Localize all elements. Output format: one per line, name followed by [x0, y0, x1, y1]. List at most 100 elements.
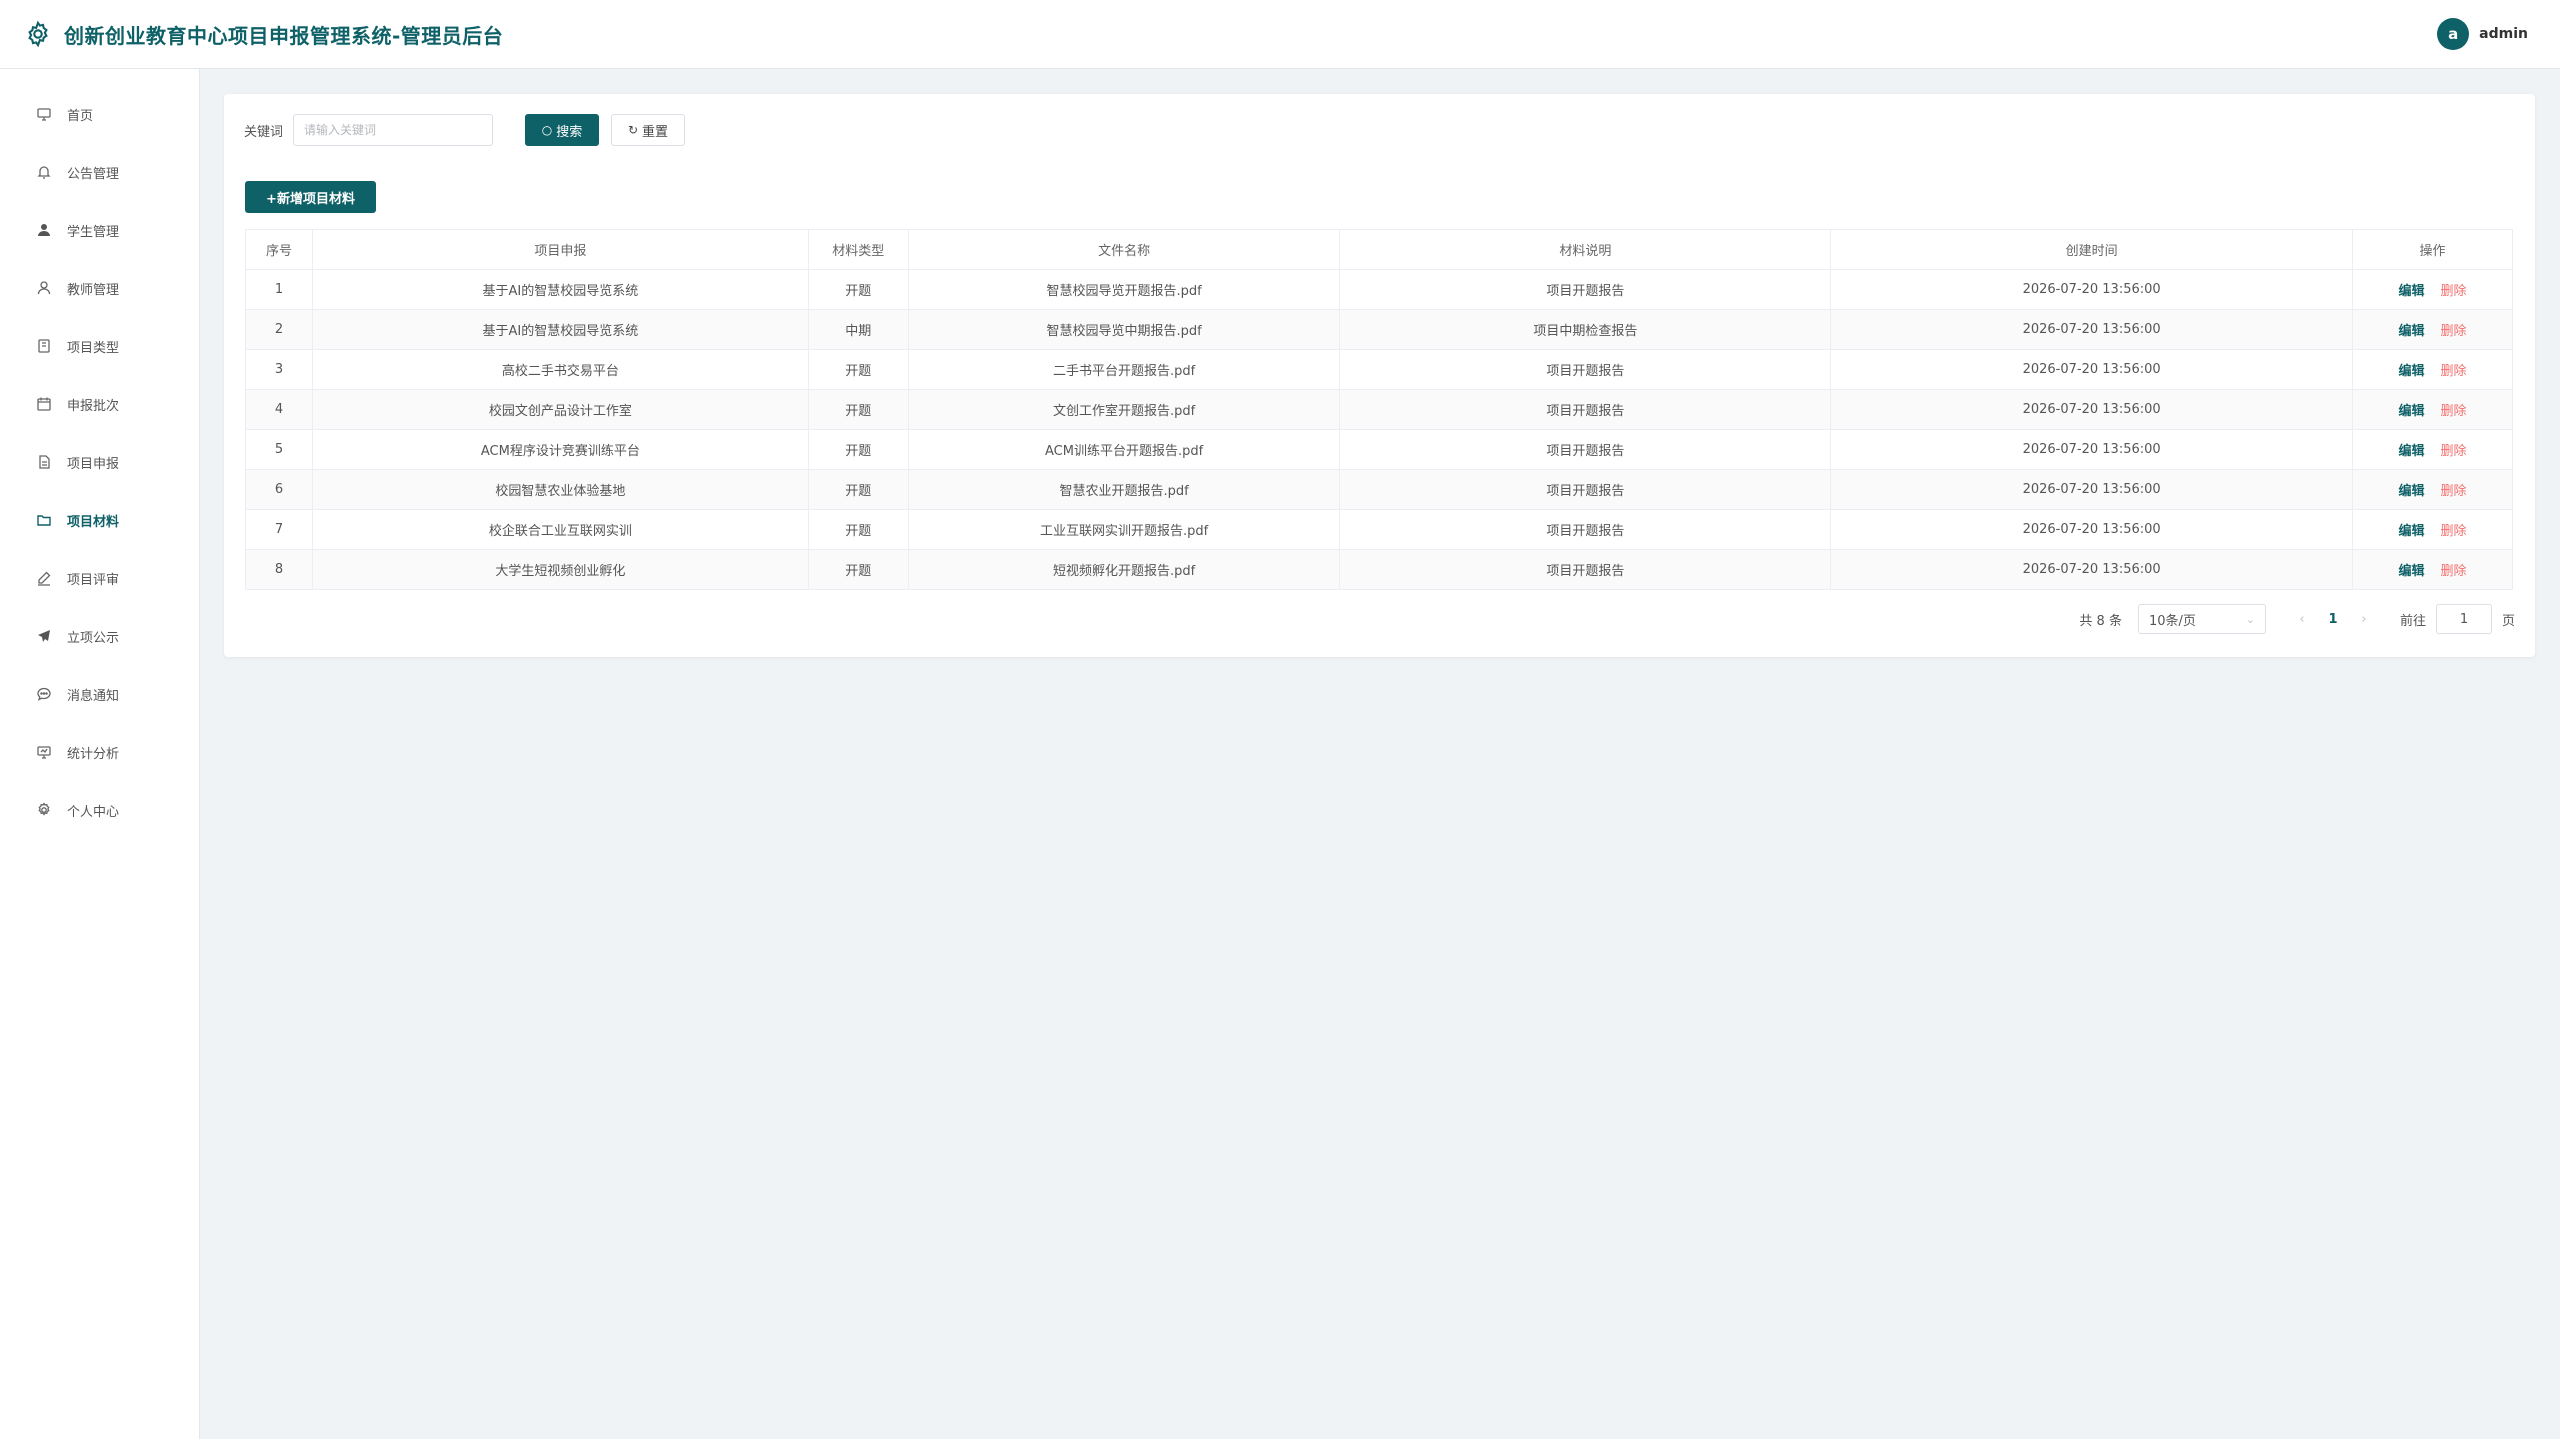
sidebar-item-label: 个人中心 — [67, 804, 120, 820]
user-name[interactable]: admin — [2479, 26, 2528, 42]
search-button[interactable]: ○ 搜索 — [525, 114, 600, 146]
table-cell: 中期 — [807, 309, 909, 350]
goto-label: 前往 — [2399, 613, 2426, 629]
prev-page-icon[interactable]: ‹ — [2290, 612, 2314, 627]
pager-total: 共 8 条 — [2079, 613, 2122, 629]
sidebar: 首页公告管理学生管理教师管理项目类型申报批次项目申报 项目材料 项目评审 立项公示 消息… — [0, 69, 200, 1439]
table-row: 4 校园文创产品设计工作室 开题 文创工作室开题报告.pdf 项目开题报告 2026-07… — [245, 389, 2513, 430]
monitor-icon — [35, 743, 53, 761]
column-header: 项目申报 — [311, 229, 809, 270]
delete-button[interactable]: 删除 — [2441, 404, 2467, 419]
delete-button[interactable]: 删除 — [2441, 364, 2467, 379]
delete-button[interactable]: 删除 — [2441, 524, 2467, 539]
sidebar-item[interactable]: 项目类型 — [0, 317, 199, 375]
column-header: 材料类型 — [807, 229, 909, 270]
user-menu[interactable]: a admin — [2437, 18, 2528, 50]
goto-page-input[interactable] — [2435, 604, 2492, 634]
table-row: 7 校企联合工业互联网实训 开题 工业互联网实训开题报告.pdf 项目开题报告 2026-… — [245, 509, 2513, 550]
sidebar-item-label: 申报批次 — [67, 398, 120, 414]
avatar[interactable]: a — [2437, 18, 2470, 50]
table-cell: 开题 — [807, 549, 909, 590]
delete-button[interactable]: 删除 — [2441, 564, 2467, 579]
add-material-label: +新增项目材料 — [266, 191, 355, 207]
edit-pen-icon — [35, 569, 53, 587]
next-page-icon[interactable]: › — [2352, 612, 2376, 627]
edit-button[interactable]: 编辑 — [2398, 564, 2424, 579]
add-material-button[interactable]: +新增项目材料 — [245, 181, 376, 213]
reset-button[interactable]: ↻ 重置 — [611, 114, 686, 146]
delete-button[interactable]: 删除 — [2441, 444, 2467, 459]
table-cell: 8 — [245, 549, 313, 590]
edit-button[interactable]: 编辑 — [2398, 364, 2424, 379]
table-cell: 5 — [245, 429, 313, 470]
sidebar-item[interactable]: 项目申报 — [0, 433, 199, 491]
goto-unit: 页 — [2501, 613, 2515, 629]
sidebar-item-label: 教师管理 — [67, 282, 120, 298]
column-header: 文件名称 — [907, 229, 1341, 270]
chevron-down-icon: ⌄ — [2245, 612, 2255, 626]
table-row: 2 基于AI的智慧校园导览系统 中期 智慧校园导览中期报告.pdf 项目中期检查报告 20… — [245, 309, 2513, 350]
edit-button[interactable]: 编辑 — [2398, 404, 2424, 419]
folder-icon — [35, 511, 53, 529]
sidebar-item[interactable]: 项目评审 — [0, 549, 199, 607]
send-icon — [35, 627, 53, 645]
table-row: 8 大学生短视频创业孵化 开题 短视频孵化开题报告.pdf 项目开题报告 2026-07-… — [245, 549, 2513, 590]
table-cell: ACM程序设计竞赛训练平台 — [311, 429, 809, 470]
table-cell: 工业互联网实训开题报告.pdf — [907, 509, 1341, 550]
sidebar-item-label: 项目类型 — [67, 340, 120, 356]
materials-table: 序号 项目申报 材料类型 文件名称 材料说明 创建时间 操作 1 基于AI的智慧校园导览系统开… — [245, 229, 2513, 590]
table-cell: 项目开题报告 — [1339, 389, 1832, 430]
gear-icon — [28, 20, 48, 48]
edit-button[interactable]: 编辑 — [2398, 284, 2424, 299]
column-header: 创建时间 — [1830, 229, 2354, 270]
sidebar-item[interactable]: 立项公示 — [0, 607, 199, 665]
table-cell: 项目开题报告 — [1339, 429, 1832, 470]
sidebar-item[interactable]: 教师管理 — [0, 259, 199, 317]
sidebar-item[interactable]: 公告管理 — [0, 143, 199, 201]
sidebar-item[interactable]: 学生管理 — [0, 201, 199, 259]
table-cell: 二手书平台开题报告.pdf — [907, 349, 1341, 390]
table-cell: 2026-07-20 13:56:00 — [1830, 549, 2354, 590]
sidebar-item[interactable]: 项目材料 — [0, 491, 199, 549]
setting-icon — [35, 801, 53, 819]
row-actions: 编辑 删除 — [2352, 509, 2513, 550]
reset-button-label: 重置 — [642, 124, 669, 140]
delete-button[interactable]: 删除 — [2441, 324, 2467, 339]
notebook-icon — [35, 337, 53, 355]
bell-icon — [35, 163, 53, 181]
table-cell: 高校二手书交易平台 — [311, 349, 809, 390]
table-cell: 项目开题报告 — [1339, 349, 1832, 390]
table-cell: 2026-07-20 13:56:00 — [1830, 389, 2354, 430]
table-row: 1 基于AI的智慧校园导览系统 开题 智慧校园导览开题报告.pdf 项目开题报告 2026… — [245, 269, 2513, 310]
sidebar-item[interactable]: 首页 — [0, 85, 199, 143]
edit-button[interactable]: 编辑 — [2398, 524, 2424, 539]
chat-icon — [35, 685, 53, 703]
table-row: 6 校园智慧农业体验基地 开题 智慧农业开题报告.pdf 项目开题报告 2026-07-2… — [245, 469, 2513, 510]
delete-button[interactable]: 删除 — [2441, 284, 2467, 299]
table-cell: 项目开题报告 — [1339, 469, 1832, 510]
table-cell: 文创工作室开题报告.pdf — [907, 389, 1341, 430]
table-cell: 项目开题报告 — [1339, 269, 1832, 310]
edit-button[interactable]: 编辑 — [2398, 444, 2424, 459]
edit-button[interactable]: 编辑 — [2398, 324, 2424, 339]
table-row: 5 ACM程序设计竞赛训练平台 开题 ACM训练平台开题报告.pdf 项目开题报告 202… — [245, 429, 2513, 470]
sidebar-item[interactable]: 消息通知 — [0, 665, 199, 723]
table-cell: 校园文创产品设计工作室 — [311, 389, 809, 430]
sidebar-item[interactable]: 个人中心 — [0, 781, 199, 839]
table-cell: 智慧校园导览开题报告.pdf — [907, 269, 1341, 310]
edit-button[interactable]: 编辑 — [2398, 484, 2424, 499]
table-cell: 1 — [245, 269, 313, 310]
sidebar-item-label: 公告管理 — [67, 166, 120, 182]
pagination: 共 8 条 10条/页 ⌄ ‹ 1 › 前往 页 — [2079, 604, 2515, 634]
table-header-row: 序号 项目申报 材料类型 文件名称 材料说明 创建时间 操作 — [245, 229, 2513, 270]
sidebar-item[interactable]: 统计分析 — [0, 723, 199, 781]
column-header: 操作 — [2352, 229, 2513, 270]
delete-button[interactable]: 删除 — [2441, 484, 2467, 499]
page-size-select[interactable]: 10条/页 ⌄ — [2137, 604, 2266, 634]
table-cell: 智慧农业开题报告.pdf — [907, 469, 1341, 510]
page-number-active[interactable]: 1 — [2314, 612, 2352, 627]
sidebar-item[interactable]: 申报批次 — [0, 375, 199, 433]
top-header: 创新创业教育中心项目申报管理系统-管理员后台 a admin — [0, 0, 2560, 69]
search-input[interactable] — [293, 114, 494, 146]
page-size-value: 10条/页 — [2148, 613, 2196, 629]
